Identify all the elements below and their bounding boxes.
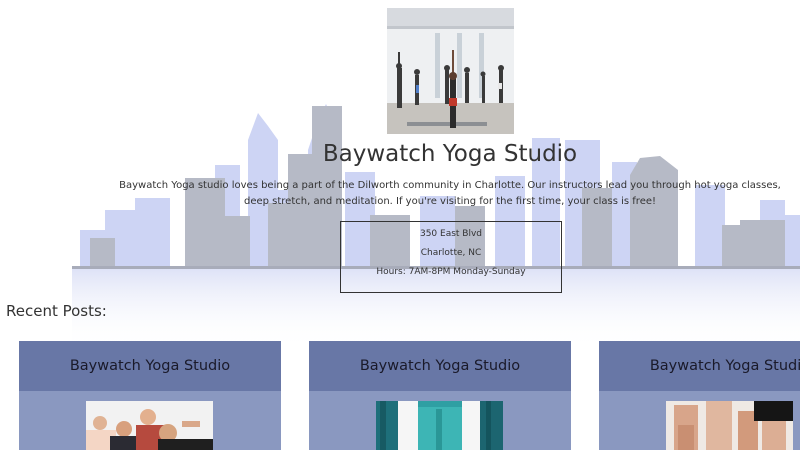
studio-info-box: 350 East Blvd Charlotte, NC Hours: 7AM-8… — [340, 221, 562, 293]
studio-class-photo — [387, 8, 514, 134]
post-card[interactable]: Baywatch Yoga Studio — [599, 341, 800, 450]
studio-hours: Hours: 7AM-8PM Monday-Sunday — [376, 267, 526, 277]
post-thumbnail[interactable] — [376, 401, 503, 450]
post-card-header: Baywatch Yoga Studio — [19, 341, 281, 391]
post-title-link[interactable]: Baywatch Yoga Studio — [650, 358, 800, 374]
address-line1: 350 East Blvd — [419, 229, 483, 239]
post-title-link[interactable]: Baywatch Yoga Studio — [360, 358, 520, 374]
post-card-header: Baywatch Yoga Studio — [599, 341, 800, 391]
recent-posts-heading: Recent Posts: — [6, 302, 107, 320]
post-thumbnail[interactable] — [666, 401, 793, 450]
post-card-header: Baywatch Yoga Studio — [309, 341, 571, 391]
post-card[interactable]: Baywatch Yoga Studio — [309, 341, 571, 450]
post-card[interactable]: Baywatch Yoga Studio — [19, 341, 281, 450]
address-line2: Charlotte, NC — [420, 248, 482, 258]
studio-title: Baywatch Yoga Studio — [322, 141, 578, 167]
page: Baywatch Yoga Studio Baywatch Yoga studi… — [0, 0, 800, 450]
post-title-link[interactable]: Baywatch Yoga Studio — [70, 358, 230, 374]
studio-description: Baywatch Yoga studio loves being a part … — [119, 180, 781, 207]
post-thumbnail[interactable] — [86, 401, 213, 450]
